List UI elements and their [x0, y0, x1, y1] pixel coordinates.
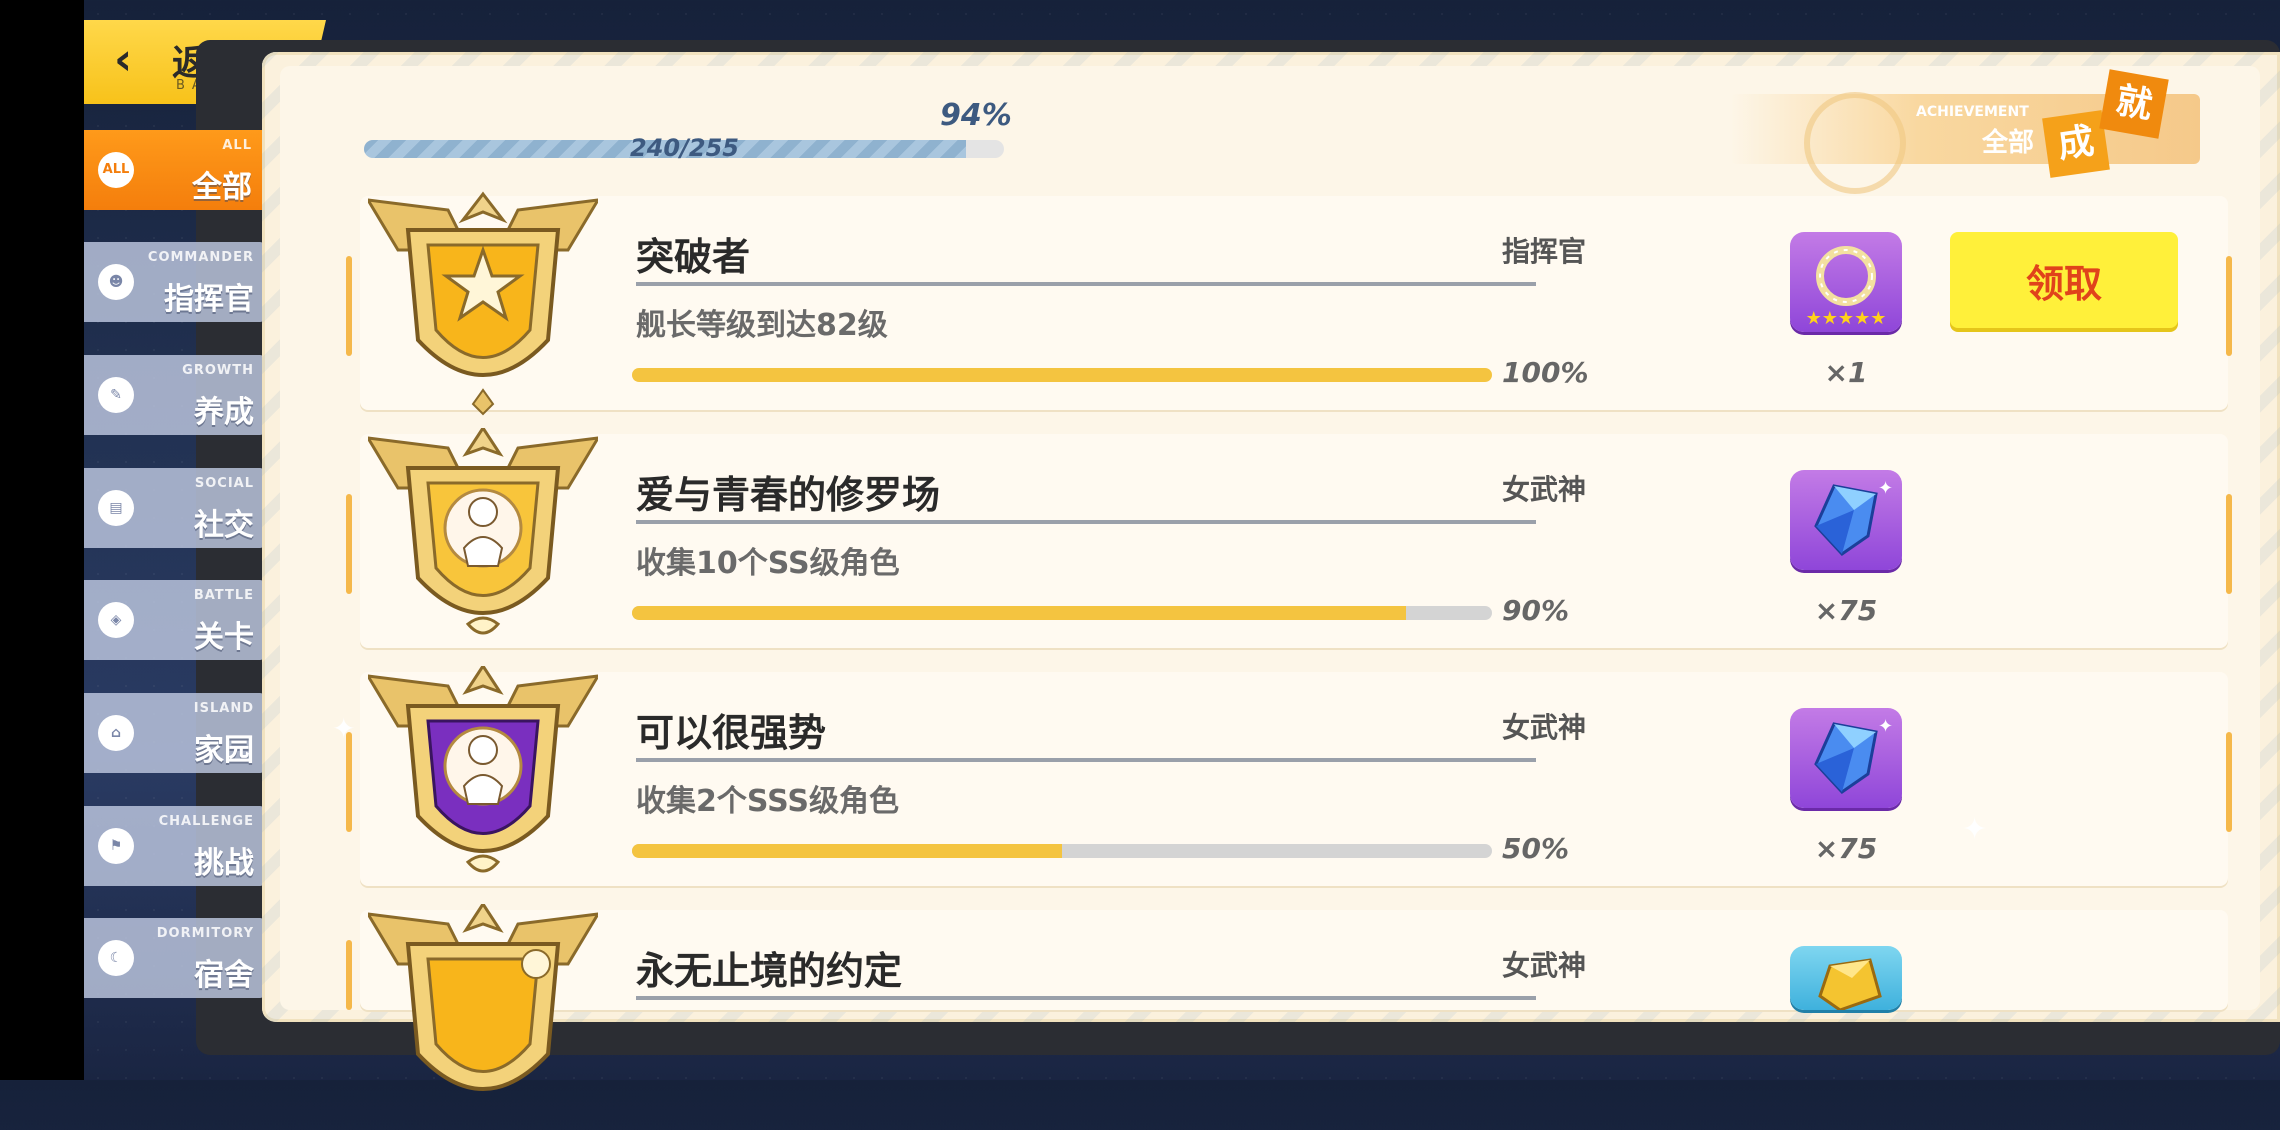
sidebar-item-en: ISLAND — [193, 701, 254, 716]
divider — [636, 758, 1536, 762]
divider — [636, 996, 1536, 1000]
bed-icon: ☾ — [98, 940, 134, 976]
achievement-banner-en: ACHIEVEMENT — [1916, 104, 2029, 120]
svg-text:✦: ✦ — [1878, 478, 1893, 499]
screen-edge — [0, 0, 84, 1080]
achievement-title: 突破者 — [636, 235, 751, 279]
achievement-row: 爱与青春的修罗场 女武神 收集10个SS级角色 90% ✦ ×75 — [346, 428, 2232, 648]
chevron-left-icon: ‹ — [114, 34, 133, 85]
achievement-banner-cn: 全部 — [1982, 128, 2035, 158]
sidebar-item-en: SOCIAL — [194, 476, 254, 491]
achievement-title: 爱与青春的修罗场 — [636, 473, 941, 517]
sidebar-item-commander[interactable]: ☻ COMMANDER 指挥官 — [84, 242, 264, 322]
sidebar-item-en: DORMITORY — [156, 926, 254, 941]
heart-medal-icon — [368, 904, 598, 1091]
row-accent — [2226, 256, 2232, 356]
svg-text:★★★★★: ★★★★★ — [1806, 308, 1887, 329]
sidebar-item-label: 家园 — [194, 733, 254, 768]
sidebar-item-dormitory[interactable]: ☾ DORMITORY 宿舍 — [84, 918, 264, 998]
reward-item[interactable]: ✦ — [1790, 708, 1902, 808]
row-accent — [346, 940, 352, 1010]
reward-quantity: ×75 — [1814, 832, 1878, 865]
achievement-tag: 就 — [2099, 69, 2169, 139]
achievement-percent: 100% — [1502, 356, 1589, 389]
achievement-desc: 收集10个SS级角色 — [636, 546, 900, 581]
sidebar-item-label: 关卡 — [194, 620, 254, 655]
sidebar-item-en: ALL — [222, 138, 252, 153]
achievement-percent: 50% — [1502, 832, 1570, 865]
sidebar-item-challenge[interactable]: ⚑ CHALLENGE 挑战 — [84, 806, 264, 886]
laurel-wreath-icon: ★★★★★ — [1806, 246, 1887, 329]
sidebar-item-label: 全部 — [192, 170, 252, 205]
crystal-icon: ✦ — [1814, 478, 1893, 556]
achievement-row: 可以很强势 女武神 收集2个SSS级角色 50% ✦ ×75 — [346, 666, 2232, 886]
sidebar-item-en: CHALLENGE — [158, 814, 254, 829]
achievement-desc: 舰长等级到达82级 — [636, 308, 888, 343]
reward-quantity: ×75 — [1814, 594, 1878, 627]
achievement-progress-bar — [632, 844, 1492, 858]
sidebar-item-label: 社交 — [194, 508, 254, 543]
claim-button[interactable]: 领取 — [1950, 232, 2178, 328]
divider — [636, 282, 1536, 286]
overall-progress-percent: 94% — [940, 98, 1012, 133]
achievement-category: 女武神 — [1502, 949, 1587, 982]
sidebar-item-growth[interactable]: ✎ GROWTH 养成 — [84, 355, 264, 435]
achievement-title: 永无止境的约定 — [636, 949, 903, 993]
row-accent — [346, 494, 352, 594]
sidebar-item-island[interactable]: ⌂ ISLAND 家园 — [84, 693, 264, 773]
gold-crystal-icon — [1818, 958, 1882, 1010]
home-icon: ⌂ — [98, 715, 134, 751]
growth-icon: ✎ — [98, 377, 134, 413]
row-accent — [346, 732, 352, 832]
achievement-progress-fill — [632, 844, 1062, 858]
sparkle-icon: ✦ — [1962, 812, 1988, 847]
id-card-icon: ▤ — [98, 490, 134, 526]
achievement-title: 可以很强势 — [636, 711, 827, 755]
sidebar-item-label: 指挥官 — [164, 282, 254, 317]
achievement-category: 女武神 — [1502, 473, 1587, 506]
sidebar-item-label: 挑战 — [194, 846, 254, 881]
sidebar-item-social[interactable]: ▤ SOCIAL 社交 — [84, 468, 264, 548]
row-accent — [2226, 732, 2232, 832]
achievement-progress-fill — [632, 606, 1406, 620]
reward-item[interactable]: ★★★★★ — [1790, 232, 1902, 332]
row-accent — [346, 256, 352, 356]
sidebar-item-en: COMMANDER — [147, 250, 254, 265]
achievement-progress-bar — [632, 368, 1492, 382]
sidebar-item-en: BATTLE — [193, 588, 254, 603]
row-accent — [2226, 494, 2232, 594]
map-pin-icon: ◈ — [98, 602, 134, 638]
user-icon: ☻ — [98, 264, 134, 300]
achievement-row: 突破者 指挥官 舰长等级到达82级 100% ★★★★★ ×1 领取 — [346, 191, 2232, 416]
achievement-desc: 收集2个SSS级角色 — [636, 784, 899, 819]
achievement-percent: 90% — [1502, 594, 1570, 627]
divider — [636, 520, 1536, 524]
trophy-watermark-icon — [1804, 92, 1906, 194]
valkyrie-medal-icon — [368, 428, 598, 635]
achievement-category: 女武神 — [1502, 711, 1587, 744]
flag-icon: ⚑ — [98, 828, 134, 864]
achievement-progress-bar — [632, 606, 1492, 620]
sidebar-item-en: GROWTH — [182, 363, 254, 378]
reward-quantity: ×1 — [1824, 356, 1868, 389]
reward-item[interactable]: ✦ — [1790, 470, 1902, 570]
reward-item[interactable] — [1790, 946, 1902, 1010]
sidebar-item-battle[interactable]: ◈ BATTLE 关卡 — [84, 580, 264, 660]
sidebar-item-label: 养成 — [194, 395, 254, 430]
gold-star-medal-icon — [368, 191, 598, 416]
svg-text:✦: ✦ — [1878, 716, 1893, 737]
crystal-icon: ✦ — [1814, 716, 1893, 794]
achievement-progress-fill — [632, 368, 1492, 382]
overall-progress-count: 240/255 — [630, 134, 739, 162]
sparkle-icon: ✦ — [332, 712, 356, 745]
all-icon: ALL — [98, 152, 134, 188]
valkyrie-purple-medal-icon — [368, 666, 598, 873]
achievement-category: 指挥官 — [1502, 235, 1587, 268]
sidebar-item-label: 宿舍 — [194, 958, 254, 993]
achievement-row: 永无止境的约定 女武神 — [346, 904, 2228, 1091]
